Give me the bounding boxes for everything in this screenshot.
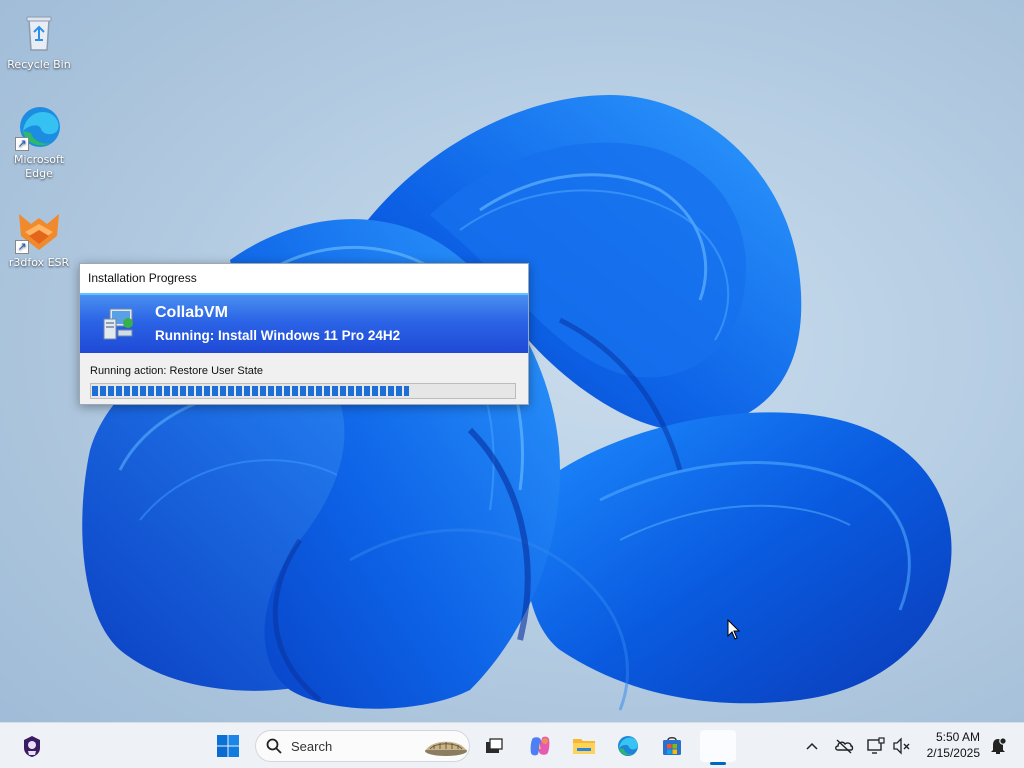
progress-bar — [90, 383, 516, 399]
notifications-icon — [991, 737, 1007, 754]
clock[interactable]: 5:50 AM 2/15/2025 — [927, 729, 980, 761]
progress-fill — [92, 386, 409, 396]
r3dfox-shortcut[interactable]: ↗ r3dfox ESR — [4, 206, 74, 270]
active-app-indicator — [710, 762, 726, 765]
current-action: Running action: Restore User State — [90, 365, 264, 377]
computer-setup-icon — [100, 305, 138, 343]
dialog-title[interactable]: Installation Progress — [80, 264, 528, 293]
task-view-icon — [486, 738, 503, 753]
onedrive-offline-icon — [835, 739, 854, 754]
widgets-button[interactable] — [16, 730, 48, 762]
recycle-bin-icon — [15, 8, 63, 56]
store-button[interactable] — [656, 730, 688, 762]
widgets-icon — [24, 736, 40, 757]
microsoft-edge-icon: ↗ — [15, 103, 63, 151]
mouse-cursor-icon — [727, 619, 741, 640]
edge-icon — [618, 736, 638, 756]
file-explorer-button[interactable] — [568, 730, 600, 762]
notifications-button[interactable] — [984, 730, 1012, 762]
network-button[interactable] — [862, 730, 890, 762]
clock-time: 5:50 AM — [935, 730, 980, 744]
r3dfox-icon: ↗ — [15, 206, 63, 254]
edge-shortcut[interactable]: ↗ Microsoft Edge — [4, 103, 74, 181]
clock-date: 2/15/2025 — [926, 746, 980, 760]
dialog-banner: CollabVM Running: Install Windows 11 Pro… — [80, 293, 528, 353]
dialog-body: Running action: Restore User State — [80, 353, 528, 399]
r3dfox-label: r3dfox ESR — [8, 256, 70, 269]
start-icon — [217, 735, 239, 757]
edge-taskbar-button[interactable] — [612, 730, 644, 762]
shortcut-arrow-icon: ↗ — [15, 137, 29, 151]
installation-progress-dialog: Installation Progress CollabVM Running: … — [79, 263, 529, 405]
taskbar: Search 5:50 AM 2/15/2025 — [0, 722, 1024, 768]
product-name: CollabVM — [155, 304, 228, 321]
show-hidden-icons-button[interactable] — [800, 730, 824, 762]
recycle-bin-shortcut[interactable]: Recycle Bin — [4, 8, 74, 72]
start-button[interactable] — [212, 730, 244, 762]
recycle-bin-label: Recycle Bin — [7, 58, 71, 71]
volume-muted-icon — [893, 737, 910, 755]
network-icon — [867, 737, 885, 754]
taskbar-search[interactable]: Search — [255, 730, 470, 762]
volume-button[interactable] — [888, 730, 916, 762]
copilot-icon — [530, 736, 550, 756]
onedrive-button[interactable] — [830, 730, 858, 762]
edge-label: Microsoft Edge — [13, 153, 65, 180]
shortcut-arrow-icon: ↗ — [15, 240, 29, 254]
install-status: Running: Install Windows 11 Pro 24H2 — [155, 328, 401, 343]
task-view-button[interactable] — [478, 730, 510, 762]
open-app-button[interactable] — [700, 730, 736, 765]
copilot-button[interactable] — [524, 730, 556, 762]
search-highlight-icon — [425, 741, 467, 756]
search-placeholder: Search — [291, 739, 333, 754]
search-icon — [266, 738, 282, 754]
store-icon — [663, 737, 681, 755]
chevron-up-icon — [806, 742, 818, 750]
file-explorer-icon — [573, 739, 595, 754]
